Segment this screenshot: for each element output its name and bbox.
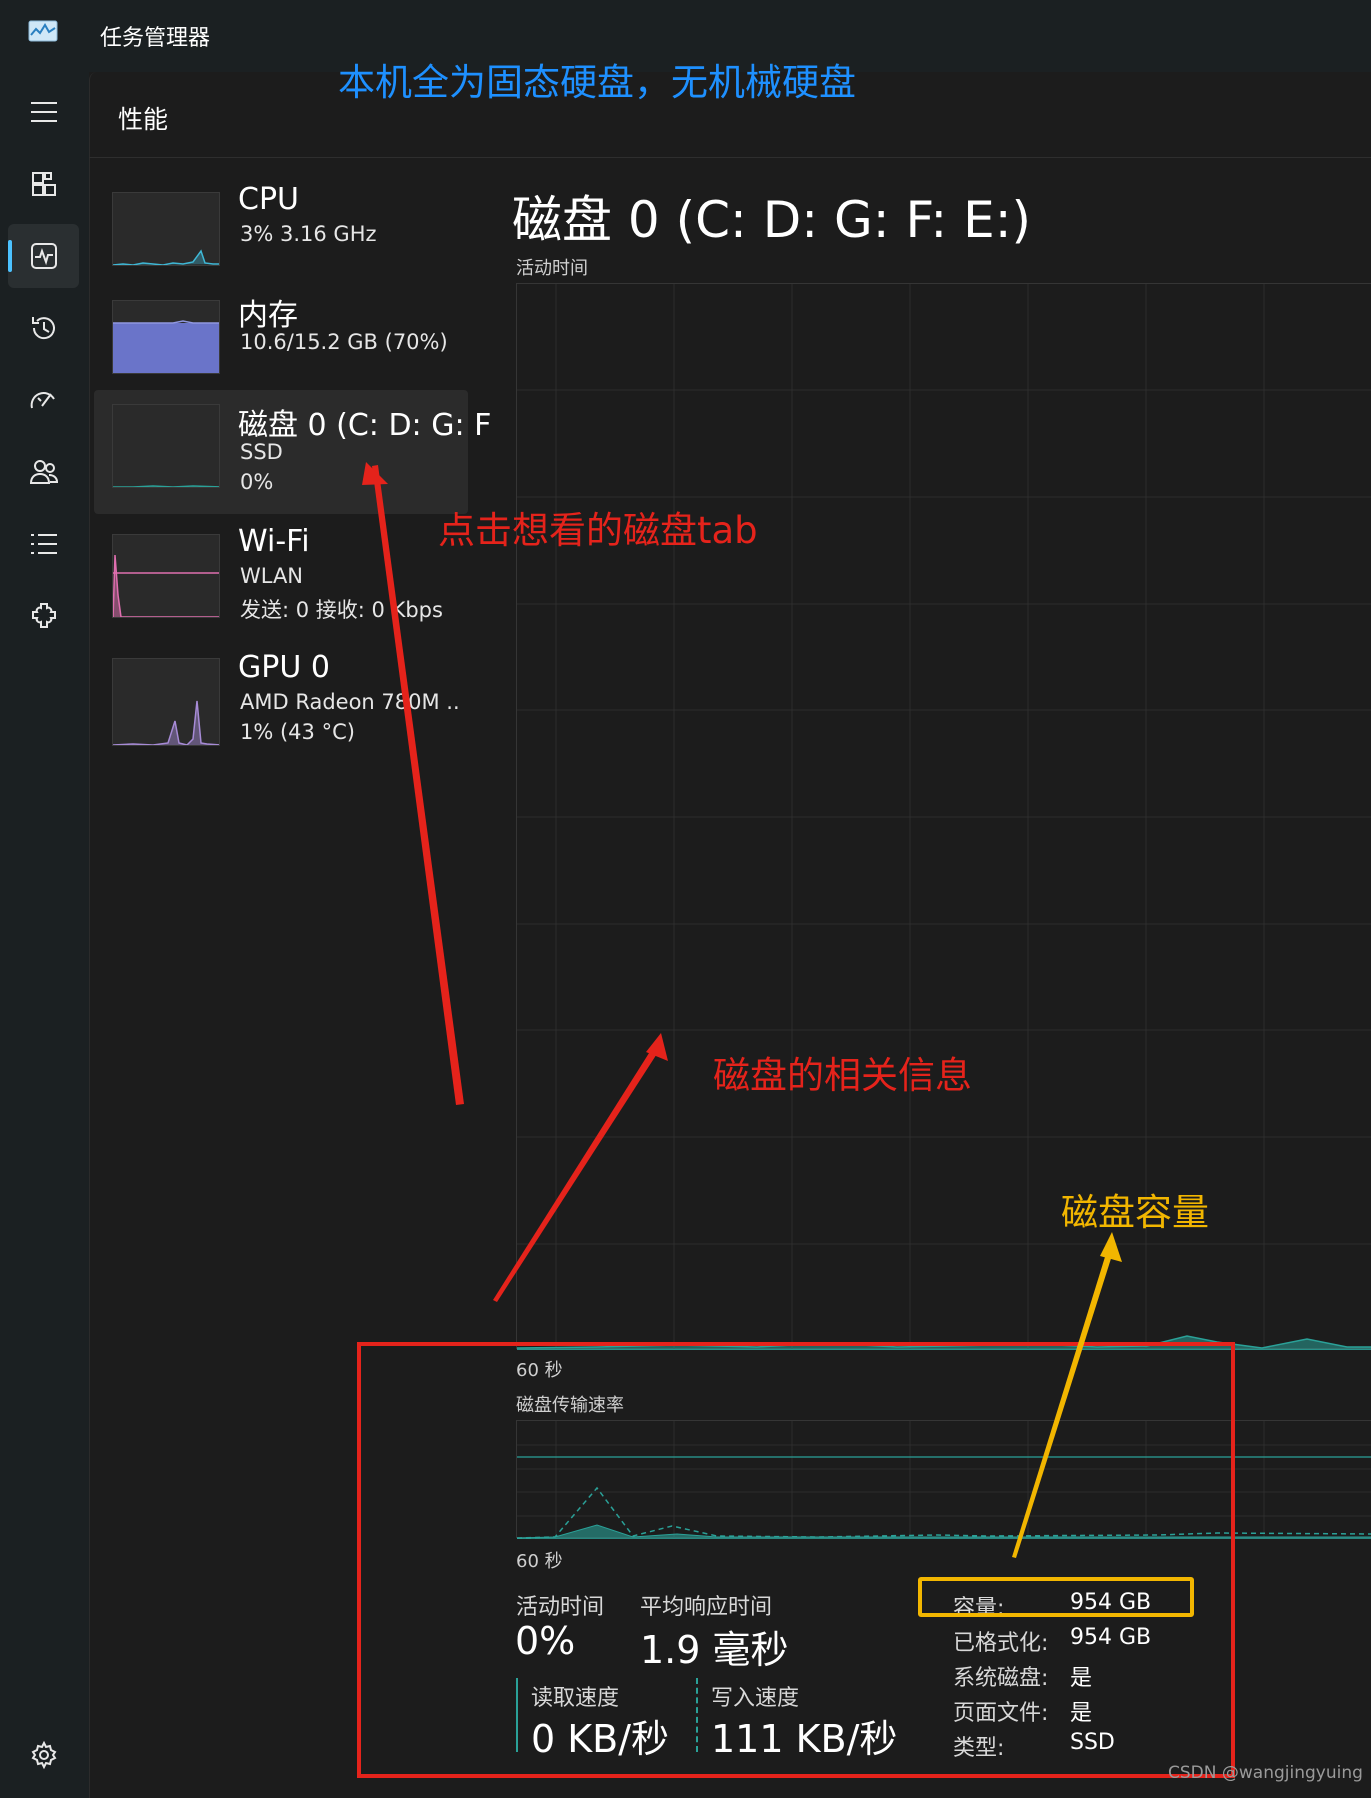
arrow-to-capacity [1012,1244,1115,1558]
task-manager-window: 任务管理器 性能 CPU 3% 3.16 GHz 内存 10.6/15.2 GB… [0,0,1371,1798]
arrow-to-disk-tab [372,465,464,1105]
annotation-arrows [362,462,1122,1558]
watermark: CSDN @wangjingyuing [1168,1763,1363,1783]
arrow-to-disk-info [493,1042,662,1302]
